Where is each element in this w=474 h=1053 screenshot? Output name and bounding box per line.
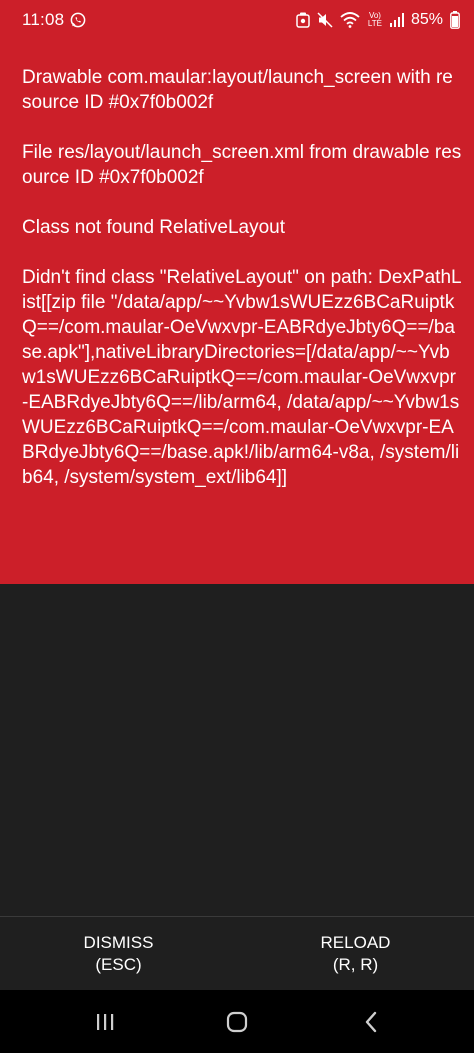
wifi-icon	[340, 12, 360, 28]
navigation-bar	[0, 990, 474, 1053]
mute-icon	[317, 12, 333, 28]
status-bar: 11:08 Vo) LTE 85%	[0, 0, 474, 40]
recents-icon	[97, 1014, 114, 1030]
redbox-button-bar: DISMISS (ESC) RELOAD (R, R)	[0, 916, 474, 991]
empty-area	[0, 584, 474, 916]
dismiss-shortcut: (ESC)	[95, 955, 142, 974]
home-icon	[226, 1011, 248, 1033]
dismiss-label: DISMISS	[83, 933, 154, 952]
error-message: Drawable com.maular:layout/launch_screen…	[22, 65, 462, 490]
battery-icon	[450, 11, 460, 29]
reload-label: RELOAD	[320, 933, 391, 952]
recents-button[interactable]	[91, 1008, 119, 1036]
error-panel: Drawable com.maular:layout/launch_screen…	[0, 40, 474, 584]
status-icons: Vo) LTE 85%	[296, 9, 460, 31]
reload-shortcut: (R, R)	[332, 955, 379, 974]
signal-icon	[389, 13, 404, 27]
error-line-drawable: Drawable com.maular:layout/launch_screen…	[22, 67, 453, 113]
error-line-class: Class not found RelativeLayout	[22, 217, 285, 238]
status-time: 11:08	[22, 10, 65, 29]
battery-percent: 85%	[410, 11, 443, 28]
reload-button[interactable]: RELOAD (R, R)	[237, 917, 474, 991]
dismiss-button[interactable]: DISMISS (ESC)	[0, 917, 237, 991]
home-button[interactable]	[223, 1008, 251, 1036]
whatsapp-icon	[70, 12, 86, 28]
cast-icon	[296, 12, 310, 28]
error-line-file: File res/layout/launch_screen.xml from d…	[22, 142, 462, 188]
back-icon	[365, 1011, 377, 1033]
volte-icon: Vo) LTE	[367, 11, 382, 28]
back-button[interactable]	[357, 1008, 385, 1036]
error-line-path: Didn't find class "RelativeLayout" on pa…	[22, 267, 462, 488]
